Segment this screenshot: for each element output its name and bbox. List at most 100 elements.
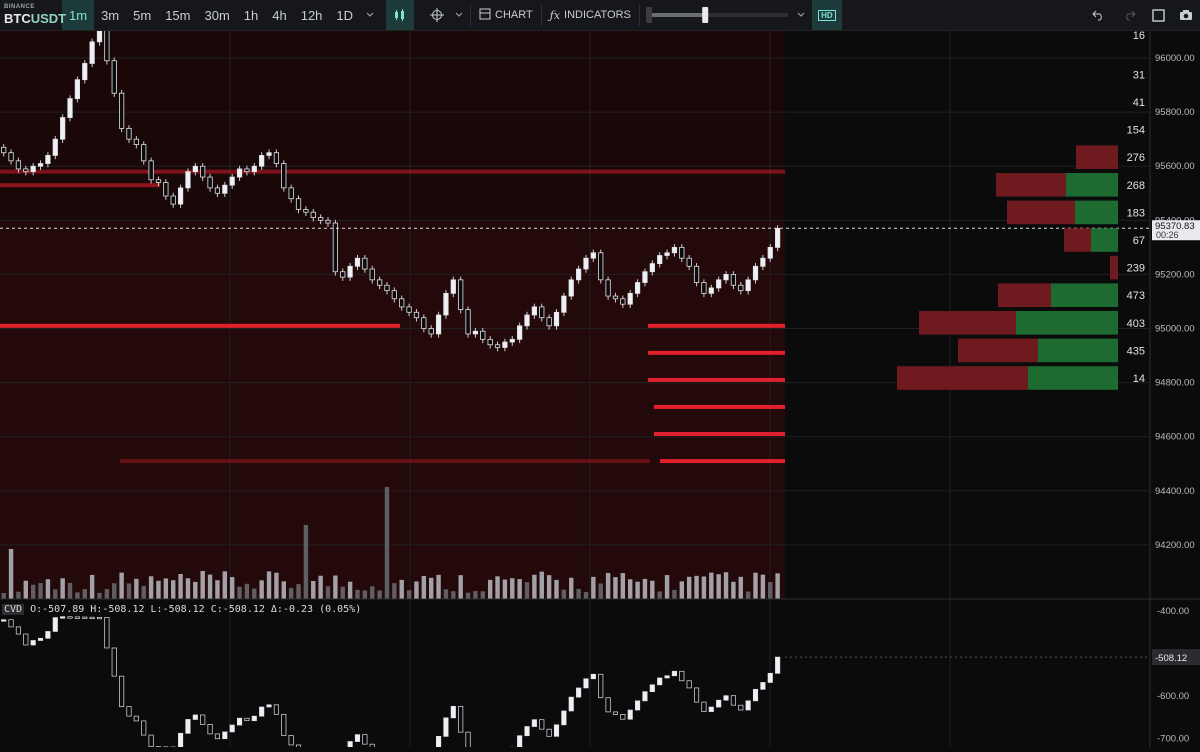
camera-icon[interactable] <box>1172 0 1200 30</box>
cvd-candle <box>739 705 743 710</box>
price-tick-label: 94400.00 <box>1155 486 1195 497</box>
cvd-candle <box>547 729 551 736</box>
candle <box>75 80 79 99</box>
timeframe-4h[interactable]: 4h <box>265 0 293 30</box>
cvd-candle <box>584 679 588 688</box>
price-tick-label: 94600.00 <box>1155 432 1195 443</box>
candle <box>105 31 109 61</box>
undo-icon[interactable] <box>1084 0 1114 30</box>
cvd-candle <box>289 735 293 744</box>
candle <box>562 296 566 312</box>
symbol-selector[interactable]: BINANCE BTCUSDT <box>0 0 62 30</box>
candle <box>473 331 477 334</box>
candle <box>208 177 212 188</box>
candle <box>554 312 558 326</box>
volume-bar <box>761 575 765 599</box>
candle <box>392 291 396 299</box>
candle <box>657 255 661 263</box>
chart-area[interactable]: 163141154276268183672394734034351496000.… <box>0 31 1200 747</box>
cvd-candle <box>436 736 440 747</box>
volume-bar <box>407 590 411 599</box>
candle <box>296 199 300 210</box>
cvd-candle <box>348 742 352 747</box>
chevron-down-icon[interactable] <box>794 0 808 30</box>
cvd-candle <box>237 718 241 725</box>
volume-bar <box>267 571 271 599</box>
candle <box>326 220 330 223</box>
cvd-candle <box>775 657 779 673</box>
cvd-candle <box>761 682 765 689</box>
candle <box>407 307 411 312</box>
candle <box>215 188 219 193</box>
volume-bar <box>436 575 440 599</box>
volume-bar <box>355 590 359 599</box>
candles-icon[interactable] <box>386 0 414 30</box>
ask-bar <box>1110 256 1118 280</box>
cvd-candle <box>53 618 57 632</box>
cvd-candle <box>223 732 227 739</box>
slider-icon <box>644 5 794 25</box>
heatmap-count: 154 <box>1127 125 1145 137</box>
cvd-candle <box>716 700 720 707</box>
candle <box>53 139 57 155</box>
timeframe-15m[interactable]: 15m <box>158 0 197 30</box>
candle <box>142 145 146 161</box>
candle <box>186 172 190 188</box>
timeframe-1m[interactable]: 1m <box>62 0 94 30</box>
candle <box>252 166 256 171</box>
price-tick-label: 95800.00 <box>1155 107 1195 118</box>
volume-bar <box>569 578 573 599</box>
volume-bar <box>119 573 123 599</box>
opacity-slider[interactable] <box>644 0 794 30</box>
redo-icon[interactable] <box>1114 0 1144 30</box>
cvd-candle <box>672 671 676 676</box>
chevron-down-icon[interactable] <box>360 0 380 30</box>
timeframe-3m[interactable]: 3m <box>94 0 126 30</box>
candle <box>318 218 322 221</box>
timeframe-5m[interactable]: 5m <box>126 0 158 30</box>
candle <box>230 177 234 185</box>
cvd-tick-label: -700.00 <box>1157 734 1189 745</box>
candle <box>525 315 529 326</box>
heatmap-count: 268 <box>1127 180 1145 192</box>
bid-bar <box>1038 339 1118 363</box>
chevron-down-icon[interactable] <box>452 0 466 30</box>
candle <box>149 161 153 180</box>
candle <box>46 155 50 163</box>
candle <box>1 147 5 152</box>
ask-bar <box>897 366 1028 390</box>
volume-bar <box>495 576 499 599</box>
volume-bar <box>657 591 661 599</box>
hd-toggle[interactable]: HD <box>812 0 842 30</box>
timeframe-1h[interactable]: 1h <box>237 0 265 30</box>
timeframe-30m[interactable]: 30m <box>197 0 236 30</box>
volume-bar <box>16 592 20 599</box>
timeframe-1d[interactable]: 1D <box>329 0 360 30</box>
volume-bar <box>385 487 389 599</box>
volume-bar <box>274 573 278 599</box>
square-icon[interactable] <box>1144 0 1172 30</box>
volume-bar <box>208 575 212 599</box>
ask-bar <box>1007 201 1075 225</box>
crosshair-icon[interactable] <box>422 0 452 30</box>
candle <box>724 274 728 279</box>
cvd-candle <box>731 696 735 705</box>
cvd-candle <box>517 736 521 747</box>
candle <box>119 93 123 128</box>
cvd-candle <box>215 734 219 739</box>
candle <box>576 269 580 280</box>
volume-bar <box>38 583 42 599</box>
volume-bar <box>599 584 603 599</box>
price-chart[interactable]: 163141154276268183672394734034351496000.… <box>0 31 1200 747</box>
volume-bar <box>458 575 462 599</box>
timeframe-12h[interactable]: 12h <box>294 0 330 30</box>
volume-bar <box>525 582 529 599</box>
volume-bar <box>156 581 160 599</box>
heatmap-count: 473 <box>1127 290 1145 302</box>
volume-bar <box>237 587 241 599</box>
chart-button[interactable]: CHART <box>475 0 537 30</box>
chart-label: CHART <box>495 9 533 21</box>
candle <box>311 212 315 217</box>
indicators-button[interactable]: ƒx INDICATORS <box>546 0 635 30</box>
candle <box>9 153 13 161</box>
